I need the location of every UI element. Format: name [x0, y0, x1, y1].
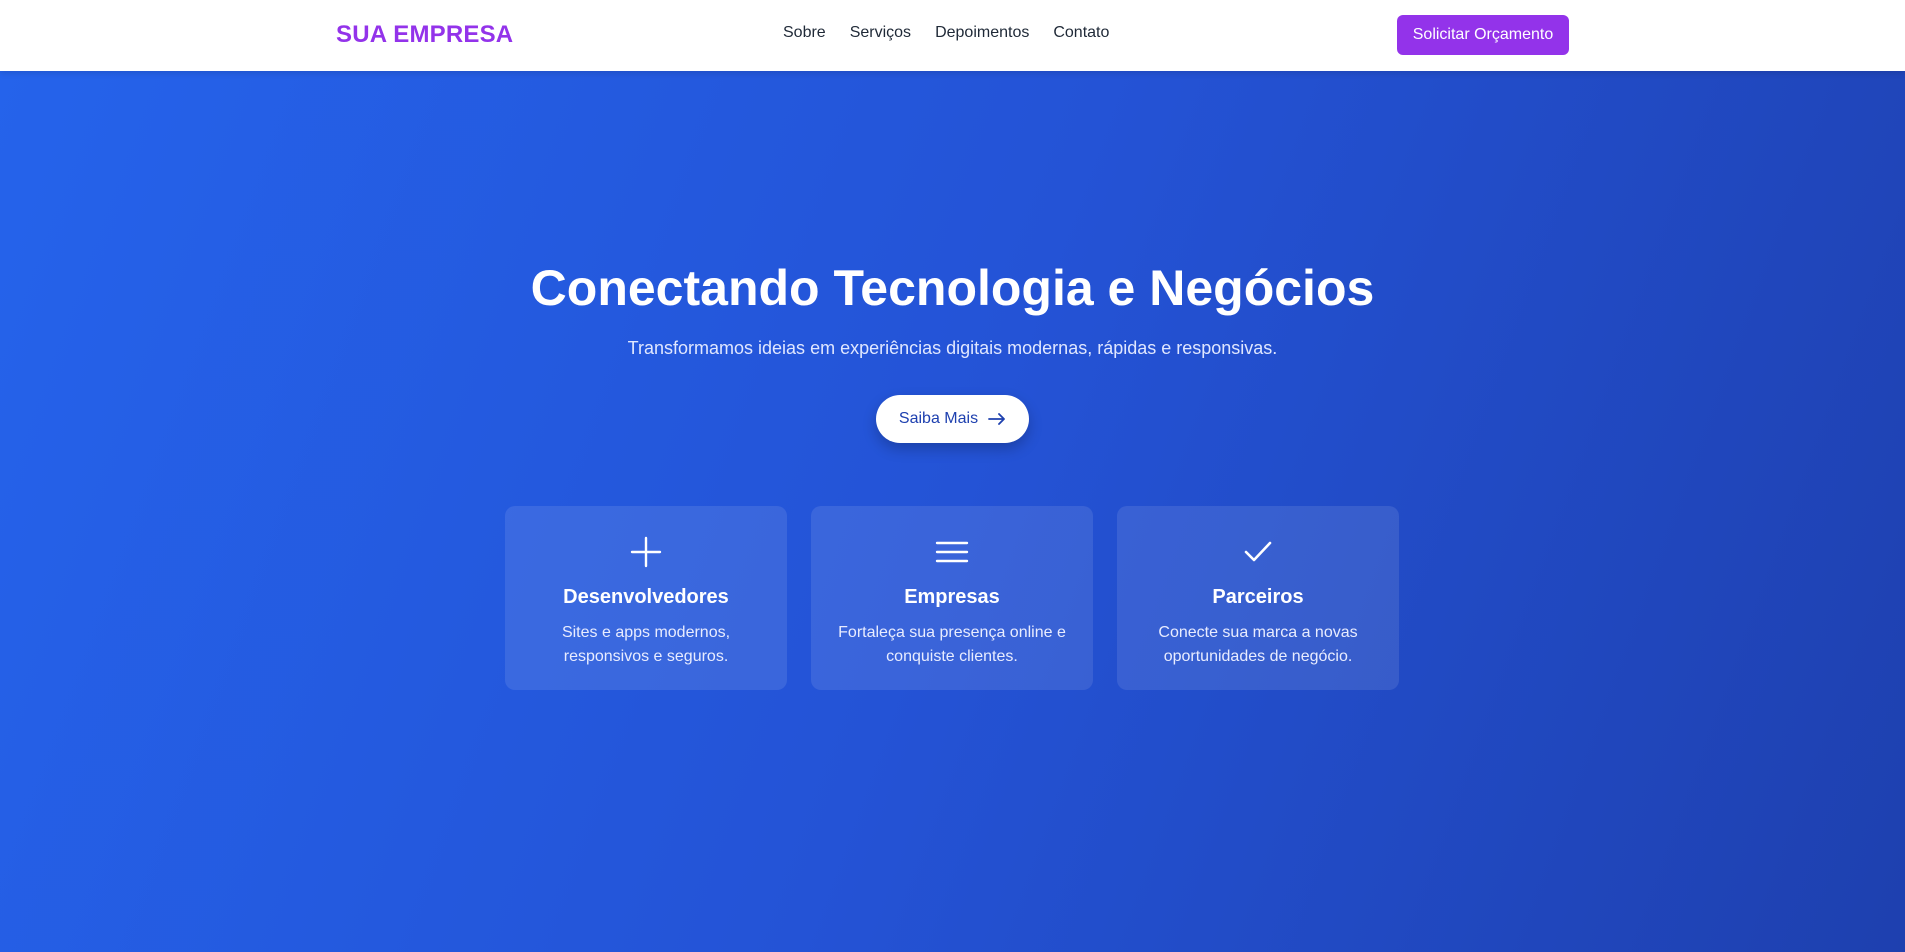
- card-description: Fortaleça sua presença online e conquist…: [838, 624, 1066, 665]
- request-quote-button[interactable]: Solicitar Orçamento: [1397, 15, 1569, 55]
- card-title: Empresas: [904, 586, 1000, 608]
- menu-icon: [935, 541, 969, 563]
- feature-card-desenvolvedores: Desenvolvedores Sites e apps modernos, r…: [505, 506, 787, 690]
- nav-link-depoimentos[interactable]: Depoimentos: [935, 24, 1029, 42]
- main-nav: Sobre Serviços Depoimentos Contato: [783, 24, 1109, 42]
- nav-link-contato[interactable]: Contato: [1053, 24, 1109, 42]
- plus-icon: [630, 536, 662, 568]
- feature-cards: Desenvolvedores Sites e apps modernos, r…: [505, 506, 1399, 690]
- check-icon: [1244, 541, 1272, 562]
- nav-link-servicos[interactable]: Serviços: [850, 24, 911, 42]
- card-title: Desenvolvedores: [563, 586, 729, 608]
- hero-section: Conectando Tecnologia e Negócios Transfo…: [0, 71, 1905, 952]
- nav-link-sobre[interactable]: Sobre: [783, 24, 826, 42]
- hero-title: Conectando Tecnologia e Negócios: [530, 260, 1375, 316]
- arrow-right-icon: [988, 413, 1005, 425]
- brand-logo[interactable]: SUA EMPRESA: [336, 21, 513, 49]
- learn-more-button[interactable]: Saiba Mais: [876, 395, 1029, 443]
- navbar: SUA EMPRESA Sobre Serviços Depoimentos C…: [0, 0, 1905, 71]
- feature-card-parceiros: Parceiros Conecte sua marca a novas opor…: [1117, 506, 1399, 690]
- feature-card-empresas: Empresas Fortaleça sua presença online e…: [811, 506, 1093, 690]
- card-title: Parceiros: [1212, 586, 1304, 608]
- card-description: Conecte sua marca a novas oportunidades …: [1158, 624, 1358, 665]
- hero-subtitle: Transformamos ideias em experiências dig…: [627, 338, 1278, 358]
- card-description: Sites e apps modernos, responsivos e seg…: [561, 624, 731, 665]
- learn-more-label: Saiba Mais: [898, 410, 979, 427]
